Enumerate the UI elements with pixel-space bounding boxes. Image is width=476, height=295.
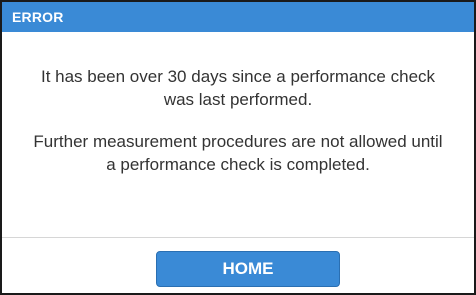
- home-button[interactable]: HOME: [156, 251, 340, 287]
- dialog-title: ERROR: [2, 2, 474, 32]
- dialog-message: It has been over 30 days since a perform…: [2, 32, 474, 236]
- message-paragraph-2: Further measurement procedures are not a…: [33, 132, 443, 174]
- message-paragraph-1: It has been over 30 days since a perform…: [40, 67, 436, 109]
- error-dialog: ERROR It has been over 30 days since a p…: [0, 0, 476, 295]
- dialog-divider: [2, 237, 474, 238]
